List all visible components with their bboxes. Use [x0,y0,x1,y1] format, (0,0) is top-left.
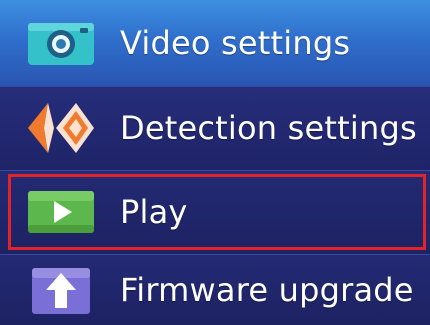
upload-arrow-icon [32,268,90,314]
menu-item-firmware-upgrade[interactable]: Firmware upgrade [0,254,430,325]
menu-item-label: Play [120,193,188,231]
menu-item-label: Video settings [120,24,351,62]
menu-item-label: Firmware upgrade [120,271,414,309]
menu-item-play[interactable]: Play [0,170,430,254]
camera-icon [28,23,94,65]
menu-item-label: Detection settings [120,109,417,147]
menu-item-video-settings[interactable]: Video settings [0,0,430,86]
play-icon [28,191,94,233]
menu-screen: Video settings Detection settings Play F… [0,0,430,325]
menu-item-detection-settings[interactable]: Detection settings [0,86,430,170]
detection-icon [28,103,94,153]
